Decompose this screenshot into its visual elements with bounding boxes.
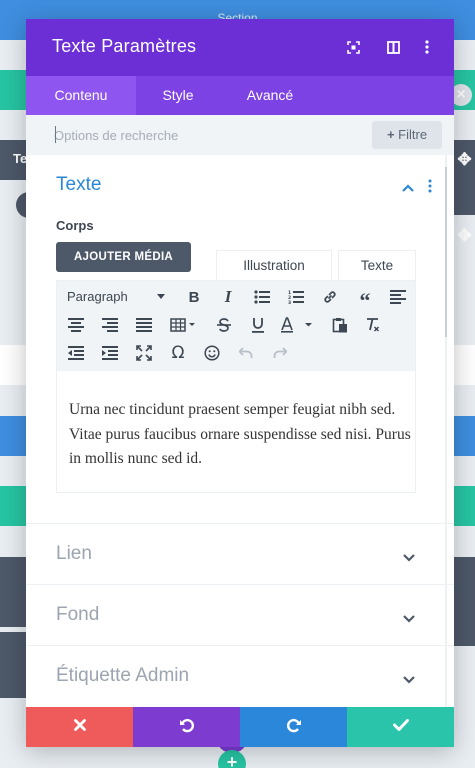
filter-button[interactable]: + Filtre [372, 121, 442, 149]
split-view-icon[interactable] [383, 37, 403, 57]
more-vertical-icon[interactable] [417, 37, 437, 57]
divider [26, 584, 454, 585]
chevron-down-icon[interactable] [402, 550, 416, 564]
editor-content[interactable]: Urna nec tincidunt praesent semper feugi… [69, 398, 413, 472]
rich-text-editor[interactable]: Paragraph B I 123 “ Ω Urna nec tincidunt… [56, 280, 416, 493]
check-icon [392, 718, 409, 736]
divider [26, 645, 454, 646]
tabs-bar: Contenu Style Avancé [26, 76, 454, 115]
align-right-icon[interactable] [99, 314, 121, 336]
paste-text-icon[interactable] [329, 314, 351, 336]
align-left-icon[interactable] [387, 286, 409, 308]
editor-toolbar: Paragraph B I 123 “ Ω [57, 281, 415, 371]
chevron-down-icon[interactable] [402, 672, 416, 686]
search-row: + Filtre [26, 115, 454, 155]
undo-icon [179, 717, 195, 738]
move-icon[interactable]: ✥ [454, 226, 475, 246]
undo-button[interactable] [133, 707, 240, 747]
redo-icon[interactable] [269, 342, 291, 364]
more-vertical-icon[interactable] [428, 179, 442, 193]
plus-icon: + [386, 127, 399, 142]
undo-icon[interactable] [235, 342, 257, 364]
tab-illustration[interactable]: Illustration [216, 250, 332, 280]
search-input[interactable] [54, 125, 354, 145]
text-color-icon[interactable] [279, 314, 315, 336]
settings-modal: Texte Paramètres Contenu Style Avancé + … [26, 19, 454, 747]
tab-contenu[interactable]: Contenu [26, 76, 136, 115]
table-icon[interactable] [168, 314, 198, 336]
strikethrough-icon[interactable] [213, 314, 235, 336]
fullscreen-icon[interactable] [133, 342, 155, 364]
scrollbar-thumb[interactable] [445, 167, 447, 337]
background-row-dark [0, 557, 26, 627]
section-title-admin[interactable]: Étiquette Admin [56, 665, 189, 687]
indent-icon[interactable] [99, 342, 121, 364]
modal-footer [26, 707, 454, 747]
emoji-icon[interactable] [201, 342, 223, 364]
underline-icon[interactable] [247, 314, 269, 336]
redo-button[interactable] [240, 707, 347, 747]
close-icon [73, 718, 86, 736]
save-button[interactable] [347, 707, 454, 747]
svg-text:3: 3 [288, 300, 291, 304]
section-title-fond[interactable]: Fond [56, 604, 99, 626]
move-icon[interactable]: ✥ [454, 150, 475, 170]
align-center-icon[interactable] [65, 314, 87, 336]
tab-style[interactable]: Style [146, 76, 210, 115]
discard-button[interactable] [26, 707, 133, 747]
bold-icon[interactable]: B [183, 286, 205, 308]
link-icon[interactable] [319, 286, 341, 308]
omega-icon[interactable]: Ω [167, 342, 189, 364]
add-media-button[interactable]: AJOUTER MÉDIA [56, 242, 191, 272]
section-title-texte[interactable]: Texte [56, 174, 101, 196]
fullscreen-icon[interactable] [343, 37, 363, 57]
italic-icon[interactable]: I [217, 286, 239, 308]
section-title-lien[interactable]: Lien [56, 543, 92, 565]
divider [26, 523, 454, 524]
redo-icon [286, 717, 302, 738]
chevron-up-icon[interactable] [401, 180, 415, 194]
blockquote-icon[interactable]: “ [354, 286, 376, 312]
modal-header: Texte Paramètres [26, 19, 454, 76]
background-row-dark [0, 632, 26, 698]
add-row-button[interactable]: + [218, 750, 246, 768]
align-justify-icon[interactable] [133, 314, 155, 336]
outdent-icon[interactable] [65, 342, 87, 364]
tab-texte[interactable]: Texte [338, 250, 416, 280]
tab-avance[interactable]: Avancé [230, 76, 310, 115]
filter-label: Filtre [398, 127, 428, 142]
numbered-list-icon[interactable]: 123 [285, 286, 307, 308]
corps-label: Corps [56, 218, 94, 233]
bullet-list-icon[interactable] [251, 286, 273, 308]
text-cursor [55, 126, 56, 143]
background-row-dark [454, 606, 475, 646]
chevron-down-icon[interactable] [157, 294, 165, 299]
chevron-down-icon[interactable] [402, 611, 416, 625]
format-select[interactable]: Paragraph [67, 289, 128, 304]
clear-format-icon[interactable] [362, 314, 384, 336]
modal-title: Texte Paramètres [52, 36, 197, 56]
